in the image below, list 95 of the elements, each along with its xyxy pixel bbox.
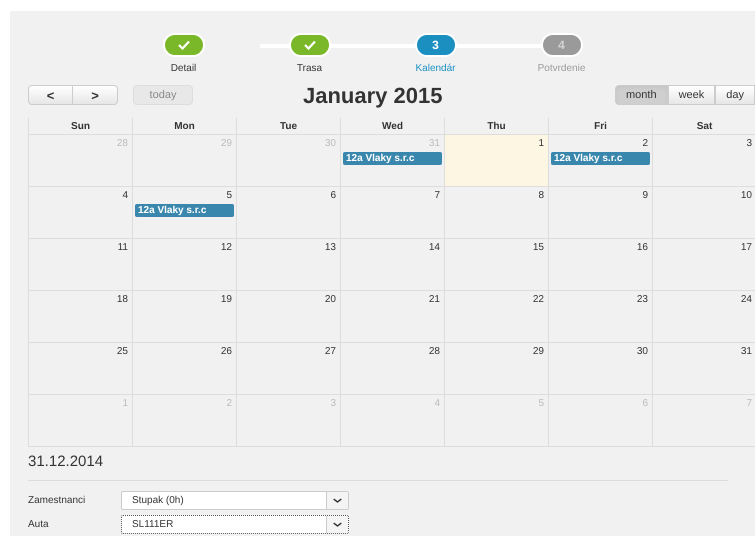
- weekday-header: Mon: [174, 120, 195, 134]
- day-number: 10: [740, 189, 753, 202]
- step-label: Detail: [170, 62, 196, 76]
- day-cell[interactable]: 27: [236, 343, 340, 394]
- check-icon: [178, 40, 190, 50]
- day-cell[interactable]: 11: [28, 239, 132, 290]
- day-cell[interactable]: 26: [132, 343, 236, 394]
- day-cell[interactable]: 10: [652, 187, 755, 238]
- day-cell[interactable]: 30: [548, 343, 652, 394]
- calendar-title: January 2015: [303, 82, 442, 110]
- weekday-header: Fri: [594, 120, 607, 134]
- day-cell[interactable]: 3: [652, 135, 755, 186]
- day-cell[interactable]: 5 12a Vlaky s.r.c: [132, 187, 236, 238]
- day-number: 30: [636, 345, 649, 358]
- day-number: 11: [118, 241, 129, 254]
- day-number: 23: [636, 293, 649, 306]
- day-cell[interactable]: 20: [236, 291, 340, 342]
- day-cell[interactable]: 4: [28, 187, 132, 238]
- day-cell[interactable]: 19: [132, 291, 236, 342]
- day-cell[interactable]: 24: [652, 291, 755, 342]
- day-cell[interactable]: 25: [28, 343, 132, 394]
- day-number: 15: [532, 241, 545, 254]
- chevron-down-icon: [326, 516, 348, 533]
- day-number: 31: [740, 345, 753, 358]
- weekday-header: Sun: [71, 120, 90, 134]
- day-number: 17: [740, 241, 753, 254]
- step-label: Trasa: [296, 62, 322, 76]
- day-number: 6: [330, 189, 337, 202]
- field-label: Zamestnanci: [28, 494, 86, 508]
- step-label: Potvrdenie: [538, 62, 586, 76]
- day-cell[interactable]: 13: [236, 239, 340, 290]
- day-number: 12: [220, 241, 233, 254]
- day-number: 5: [226, 189, 233, 202]
- selected-date: 31.12.2014: [28, 453, 104, 470]
- day-number: 2: [642, 137, 649, 150]
- day-number: 21: [428, 293, 441, 306]
- day-cell[interactable]: 6: [236, 187, 340, 238]
- calendar-event[interactable]: 12a Vlaky s.r.c: [135, 204, 234, 217]
- day-number: 27: [324, 345, 337, 358]
- day-number: 24: [740, 293, 753, 306]
- day-cell[interactable]: 8: [444, 187, 548, 238]
- day-cell[interactable]: 23: [548, 291, 652, 342]
- day-number: 26: [220, 345, 233, 358]
- view-tab[interactable]: month: [614, 85, 668, 105]
- select-field[interactable]: SL111ER: [121, 515, 349, 534]
- chevron-down-icon: [326, 492, 348, 509]
- day-cell[interactable]: 31: [652, 343, 755, 394]
- day-number: 3: [746, 137, 753, 150]
- weekday-header: Thu: [487, 120, 506, 134]
- day-number: 28: [428, 345, 441, 358]
- select-value: SL111ER: [131, 518, 174, 532]
- day-number: 25: [116, 345, 129, 358]
- day-number: 1: [538, 137, 545, 150]
- day-number: 9: [642, 189, 649, 202]
- day-cell[interactable]: 7: [340, 187, 444, 238]
- day-number: 20: [324, 293, 337, 306]
- next-button[interactable]: >: [73, 85, 118, 105]
- day-number: 7: [434, 189, 441, 202]
- weekday-header: Sat: [696, 120, 712, 134]
- day-number: 16: [636, 241, 649, 254]
- day-cell[interactable]: 12: [132, 239, 236, 290]
- previous-button[interactable]: <: [28, 85, 73, 105]
- day-number: 13: [324, 241, 337, 254]
- calendar-event[interactable]: 12a Vlaky s.r.c: [551, 152, 650, 165]
- day-number: 18: [116, 293, 129, 306]
- day-number: 22: [532, 293, 545, 306]
- calendar-event[interactable]: 12a Vlaky s.r.c: [343, 152, 442, 165]
- day-number: 4: [122, 189, 129, 202]
- field-label: Auta: [28, 518, 50, 532]
- day-cell[interactable]: 21: [340, 291, 444, 342]
- day-number: 14: [428, 241, 441, 254]
- day-cell[interactable]: 18: [28, 291, 132, 342]
- check-icon: [304, 40, 316, 50]
- day-number: 8: [538, 189, 545, 202]
- day-cell[interactable]: 22: [444, 291, 548, 342]
- weekday-header: Tue: [280, 120, 298, 134]
- day-cell[interactable]: 2 12a Vlaky s.r.c: [548, 135, 652, 186]
- day-cell[interactable]: 16: [548, 239, 652, 290]
- view-tab[interactable]: day: [715, 85, 755, 105]
- day-cell[interactable]: 14: [340, 239, 444, 290]
- day-cell[interactable]: 17: [652, 239, 755, 290]
- day-cell[interactable]: 1: [444, 135, 548, 186]
- view-tab[interactable]: week: [668, 85, 716, 105]
- day-cell[interactable]: 9: [548, 187, 652, 238]
- day-cell[interactable]: 29: [444, 343, 548, 394]
- select-field[interactable]: Stupak (0h): [121, 491, 349, 510]
- step-number: 4: [558, 37, 565, 54]
- weekday-header: Wed: [382, 120, 403, 134]
- step-number: 3: [432, 37, 439, 54]
- day-number: 29: [532, 345, 545, 358]
- select-value: Stupak (0h): [131, 494, 184, 508]
- day-cell[interactable]: 28: [340, 343, 444, 394]
- day-cell[interactable]: 15: [444, 239, 548, 290]
- day-number: 19: [220, 293, 233, 306]
- step-label: Kalendár: [415, 62, 456, 76]
